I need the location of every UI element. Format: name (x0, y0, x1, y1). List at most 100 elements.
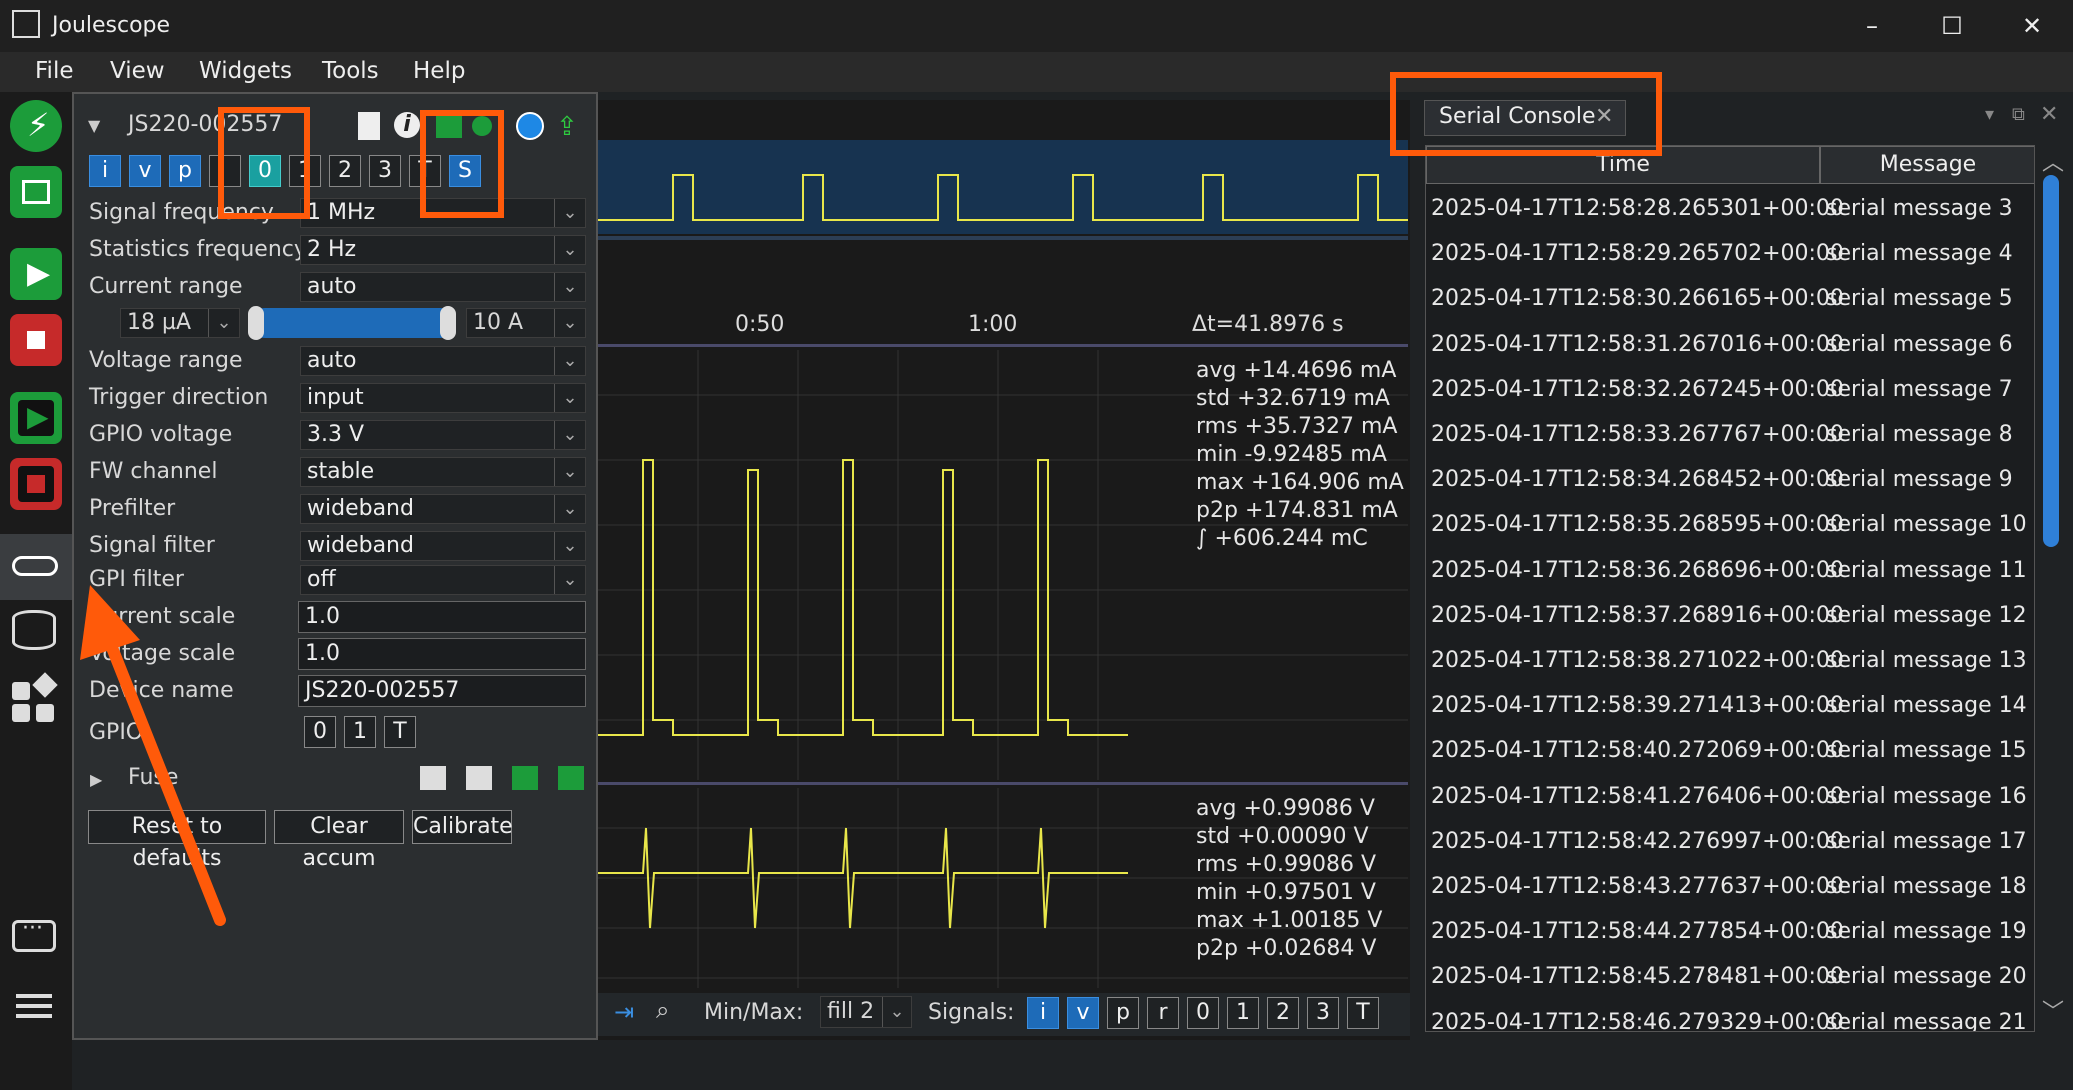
stop-icon[interactable] (10, 314, 62, 366)
hamburger-menu-icon[interactable] (16, 992, 56, 1022)
table-row[interactable]: 2025-04-17T12:58:45.278481+00:00 serial m… (1426, 956, 2034, 1001)
gpio-0-button[interactable]: 0 (304, 716, 336, 748)
minimize-icon[interactable]: – (1852, 10, 1892, 42)
widgets-icon[interactable] (12, 672, 60, 724)
signal-filter-select[interactable]: wideband ⌄ (300, 531, 586, 561)
voltage-stat-p2p: p2p +0.02684 V (1196, 936, 1377, 961)
chat-icon[interactable]: ··· (12, 916, 60, 964)
chip-2[interactable]: 2 (329, 155, 361, 187)
collapse-arrow-icon[interactable]: ▼ (88, 116, 100, 135)
maximize-icon[interactable]: ☐ (1932, 10, 1972, 42)
device-name-input[interactable]: JS220-002557 (298, 675, 586, 707)
fuse-film-icon-4[interactable] (558, 766, 584, 790)
voltage-scale-input[interactable]: 1.0 (298, 638, 586, 670)
table-row[interactable]: 2025-04-17T12:58:41.276406+00:00 serial m… (1426, 776, 2034, 821)
delta-t-label: Δt=41.8976 s (1192, 312, 1344, 337)
table-row[interactable]: 2025-04-17T12:58:43.277637+00:00 serial m… (1426, 866, 2034, 911)
jump-to-end-icon[interactable]: ⇥ (614, 998, 634, 1026)
chevron-down-icon: ⌄ (554, 566, 585, 594)
gpi-filter-select[interactable]: off ⌄ (300, 565, 586, 595)
upload-icon[interactable]: ⇪ (556, 112, 578, 142)
document-icon[interactable] (358, 112, 380, 140)
chip-p[interactable]: p (169, 155, 201, 187)
signal-2-button[interactable]: 2 (1267, 997, 1299, 1029)
gpio-1-button[interactable]: 1 (344, 716, 376, 748)
chip-i[interactable]: i (89, 155, 121, 187)
table-row[interactable]: 2025-04-17T12:58:33.267767+00:00 serial m… (1426, 414, 2034, 459)
serial-console-table[interactable]: Time Message 2025-04-17T12:58:28.265301+… (1425, 145, 2035, 1032)
menu-tools[interactable]: Tools (322, 58, 379, 84)
row-time: 2025-04-17T12:58:34.268452+00:00 (1431, 467, 1844, 493)
table-row[interactable]: 2025-04-17T12:58:30.266165+00:00 serial m… (1426, 278, 2034, 323)
overview-strip[interactable] (598, 140, 1408, 234)
signal-t-button[interactable]: T (1347, 997, 1379, 1029)
float-icon[interactable]: ⧉ (2012, 104, 2025, 125)
minmax-select[interactable]: fill 2 ⌄ (820, 996, 912, 1028)
table-row[interactable]: 2025-04-17T12:58:38.271022+00:00 serial m… (1426, 640, 2034, 685)
table-row[interactable]: 2025-04-17T12:58:40.272069+00:00 serial m… (1426, 730, 2034, 775)
console-scrollbar[interactable]: ︿ ﹀ (2037, 145, 2067, 1032)
chip-3[interactable]: 3 (369, 155, 401, 187)
table-row[interactable]: 2025-04-17T12:58:28.265301+00:00 serial m… (1426, 188, 2034, 233)
record-stop-icon[interactable] (10, 458, 62, 510)
table-row[interactable]: 2025-04-17T12:58:39.271413+00:00 serial m… (1426, 685, 2034, 730)
signal-p-button[interactable]: p (1107, 997, 1139, 1029)
table-row[interactable]: 2025-04-17T12:58:32.267245+00:00 serial m… (1426, 369, 2034, 414)
table-row[interactable]: 2025-04-17T12:58:46.279329+00:00 serial m… (1426, 1002, 2034, 1031)
signal-i-button[interactable]: i (1027, 997, 1059, 1029)
gpio-t-button[interactable]: T (384, 716, 416, 748)
range-max-select[interactable]: 10 A ⌄ (466, 308, 586, 338)
clear-accum-button[interactable]: Clear accum (274, 810, 404, 871)
prefilter-select[interactable]: wideband ⌄ (300, 494, 586, 524)
voltage-range-select[interactable]: auto ⌄ (300, 346, 586, 376)
fuse-film-icon-1[interactable] (420, 766, 446, 790)
signal-v-button[interactable]: v (1067, 997, 1099, 1029)
info-icon[interactable]: i (394, 112, 420, 138)
table-row[interactable]: 2025-04-17T12:58:36.268696+00:00 serial m… (1426, 550, 2034, 595)
play-icon[interactable]: ▶ (10, 248, 62, 300)
close-panel-icon[interactable]: ✕ (2040, 102, 2058, 127)
chip-v[interactable]: v (129, 155, 161, 187)
signal-1-button[interactable]: 1 (1227, 997, 1259, 1029)
fuse-film-icon-3[interactable] (512, 766, 538, 790)
database-icon[interactable] (10, 608, 62, 656)
row-message: serial message 12 (1826, 602, 2027, 628)
dock-menu-icon[interactable]: ▾ (1985, 104, 1994, 125)
blue-dot-icon[interactable] (516, 112, 544, 140)
slider-handle-high[interactable] (440, 306, 456, 340)
close-icon[interactable]: ✕ (2012, 10, 2052, 42)
menu-file[interactable]: File (35, 58, 74, 84)
signal-r-button[interactable]: r (1147, 997, 1179, 1029)
zoom-icon[interactable]: ⌕ (656, 996, 669, 1024)
power-icon[interactable]: ⚡ (10, 100, 62, 152)
table-row[interactable]: 2025-04-17T12:58:29.265702+00:00 serial m… (1426, 233, 2034, 278)
signal-3-button[interactable]: 3 (1307, 997, 1339, 1029)
trigger-direction-select[interactable]: input ⌄ (300, 383, 586, 413)
table-row[interactable]: 2025-04-17T12:58:37.268916+00:00 serial m… (1426, 595, 2034, 640)
menu-widgets[interactable]: Widgets (199, 58, 292, 84)
current-scale-input[interactable]: 1.0 (298, 601, 586, 633)
voltage-stat-rms: rms +0.99086 V (1196, 852, 1377, 877)
record-play-icon[interactable]: ▶ (10, 392, 62, 444)
range-min-select[interactable]: 18 µA ⌄ (120, 308, 240, 338)
current-stat-integral: ∫ +606.244 mC (1196, 526, 1368, 551)
row-message: serial message 14 (1826, 693, 2027, 719)
table-row[interactable]: 2025-04-17T12:58:42.276997+00:00 serial m… (1426, 821, 2034, 866)
fw-channel-select[interactable]: stable ⌄ (300, 457, 586, 487)
signal-0-button[interactable]: 0 (1187, 997, 1219, 1029)
gpio-voltage-select[interactable]: 3.3 V ⌄ (300, 420, 586, 450)
calibrate-button[interactable]: Calibrate (412, 810, 513, 844)
film-icon[interactable] (10, 166, 62, 218)
current-range-select[interactable]: auto ⌄ (300, 272, 586, 302)
table-row[interactable]: 2025-04-17T12:58:44.277854+00:00 serial m… (1426, 911, 2034, 956)
statistics-frequency-select[interactable]: 2 Hz ⌄ (300, 235, 586, 265)
menu-view[interactable]: View (110, 58, 165, 84)
table-row[interactable]: 2025-04-17T12:58:35.268595+00:00 serial m… (1426, 504, 2034, 549)
slider-handle-low[interactable] (248, 306, 264, 340)
menu-help[interactable]: Help (413, 58, 465, 84)
table-row[interactable]: 2025-04-17T12:58:34.268452+00:00 serial m… (1426, 459, 2034, 504)
current-range-slider[interactable] (250, 308, 456, 338)
fuse-film-icon-2[interactable] (466, 766, 492, 790)
column-header-message[interactable]: Message (1820, 146, 2034, 184)
table-row[interactable]: 2025-04-17T12:58:31.267016+00:00 serial m… (1426, 324, 2034, 369)
